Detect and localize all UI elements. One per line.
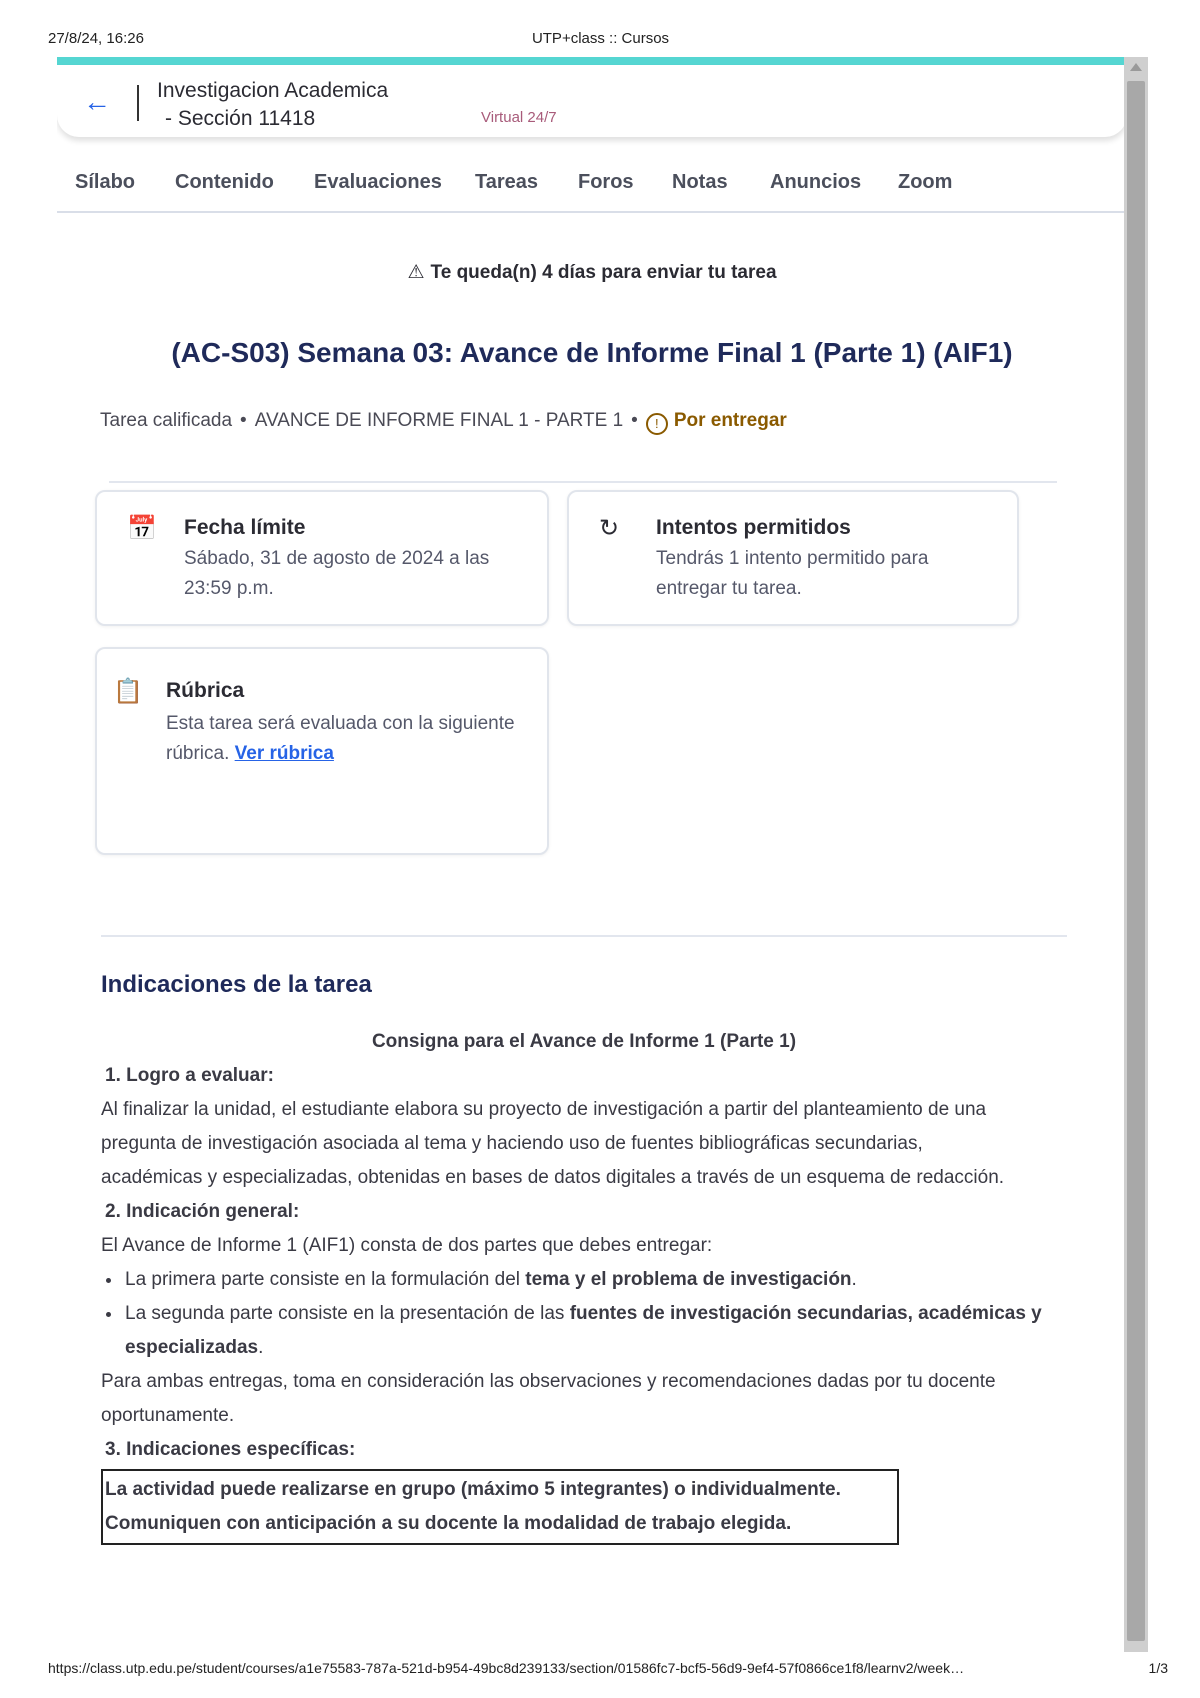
highlight-line-1: La actividad puede realizarse en grupo (… [105, 1479, 841, 1500]
task-title: (AC-S03) Semana 03: Avance de Informe Fi… [171, 337, 1013, 368]
highlight-line-2: Comuniquen con anticipación a su docente… [105, 1513, 792, 1534]
scrollbar-thumb[interactable] [1127, 81, 1145, 1641]
list-item: La primera parte consiste en la formulac… [123, 1263, 1067, 1297]
rubric-text: Esta tarea será evaluada con la siguient… [166, 709, 515, 769]
divider [137, 85, 139, 121]
view-rubric-link[interactable]: Ver rúbrica [235, 743, 334, 764]
deadline-line2: 23:59 p.m. [184, 578, 274, 599]
top-accent-bar [57, 57, 1127, 65]
attempts-title: Intentos permitidos [656, 516, 851, 539]
course-header: ← Investigacion Academica - Sección 1141… [57, 65, 1127, 137]
instructions-heading: Consigna para el Avance de Informe 1 (Pa… [371, 1031, 797, 1052]
rubric-line2: rúbrica. [166, 743, 230, 764]
course-title-line1: Investigacion Academica [157, 79, 389, 102]
deadline-alert: ⚠ Te queda(n) 4 días para enviar tu tarea [57, 261, 1127, 284]
list-item-end: . [258, 1337, 264, 1358]
rubric-title: Rúbrica [166, 679, 245, 702]
task-meta: Tarea calificada • AVANCE DE INFORME FINAL… [100, 410, 787, 435]
attempts-text: Tendrás 1 intento permitido para entrega… [656, 544, 929, 604]
task-type: Tarea calificada [100, 410, 233, 431]
goal-text-1: Al finalizar la unidad, el estudiante el… [101, 1099, 987, 1120]
warning-icon: ⚠ [407, 262, 425, 283]
divider [109, 481, 1057, 483]
deadline-line1: Sábado, 31 de agosto de 2024 a las [184, 548, 490, 569]
goal-text-2: pregunta de investigación asociada al te… [101, 1133, 923, 1154]
scroll-up-icon[interactable] [1130, 63, 1142, 71]
alert-circle-icon: ! [645, 413, 668, 435]
status-badge: Por entregar [673, 410, 787, 431]
attempts-card: ↻ Intentos permitidos Tendrás 1 intento … [567, 490, 1019, 626]
separator-dot: • [631, 410, 638, 431]
attempts-line1: Tendrás 1 intento permitido para [656, 548, 929, 569]
general-heading: 2. Indicación general: [105, 1201, 300, 1222]
general-text: El Avance de Informe 1 (AIF1) consta de … [101, 1235, 713, 1256]
deadline-card: 📅 Fecha límite Sábado, 31 de agosto de 2… [95, 490, 549, 626]
attempts-line2: entregar tu tarea. [656, 578, 802, 599]
goal-text-3: académicas y especializadas, obtenidas e… [101, 1167, 1005, 1188]
separator-dot: • [240, 410, 247, 431]
highlight-box: La actividad puede realizarse en grupo (… [101, 1469, 899, 1545]
list-item-bold: tema y el problema de investigación [525, 1269, 852, 1290]
page: ← Investigacion Academica - Sección 1141… [57, 57, 1127, 1652]
tab-tareas[interactable]: Tareas [475, 171, 538, 194]
tab-notas[interactable]: Notas [672, 171, 728, 194]
rubric-card: 📋 Rúbrica Esta tarea será evaluada con l… [95, 647, 549, 855]
deadline-text: Sábado, 31 de agosto de 2024 a las 23:59… [184, 544, 489, 604]
tab-anuncios[interactable]: Anuncios [770, 171, 861, 194]
task-name: AVANCE DE INFORME FINAL 1 - PARTE 1 [254, 410, 624, 431]
calendar-icon: 📅 [127, 515, 157, 542]
clipboard-icon: 📋 [113, 678, 143, 705]
list-item-text: La primera parte consiste en la formulac… [125, 1269, 526, 1290]
course-modality: Virtual 24/7 [481, 109, 557, 126]
tab-contenido[interactable]: Contenido [175, 171, 274, 194]
tab-zoom[interactable]: Zoom [898, 171, 952, 194]
goal-heading: 1. Logro a evaluar: [105, 1065, 274, 1086]
rubric-line1: Esta tarea será evaluada con la siguient… [166, 713, 515, 734]
specific-heading: 3. Indicaciones específicas: [105, 1439, 356, 1460]
course-nav: Sílabo Contenido Evaluaciones Tareas For… [57, 165, 1127, 213]
refresh-icon: ↻ [599, 515, 620, 542]
list-item-text: La segunda parte consiste en la presenta… [125, 1303, 570, 1324]
list-item-end: . [851, 1269, 857, 1290]
print-url: https://class.utp.edu.pe/student/courses… [48, 1660, 965, 1676]
tab-silabo[interactable]: Sílabo [75, 171, 135, 194]
instructions-content: Consigna para el Avance de Informe 1 (Pa… [101, 1025, 1067, 1545]
tab-evaluaciones[interactable]: Evaluaciones [314, 171, 442, 194]
list-item: La segunda parte consiste en la presenta… [123, 1297, 1067, 1365]
recommendation-text-2: oportunamente. [101, 1405, 235, 1426]
print-title: UTP+class :: Cursos [531, 30, 670, 47]
instructions-title: Indicaciones de la tarea [101, 971, 372, 998]
deadline-title: Fecha límite [184, 516, 306, 539]
divider [101, 935, 1067, 937]
tab-foros[interactable]: Foros [578, 171, 634, 194]
course-title: Investigacion Academica - Sección 11418 [157, 77, 388, 133]
vertical-scrollbar[interactable] [1124, 57, 1148, 1652]
recommendation-text-1: Para ambas entregas, toma en consideraci… [101, 1371, 996, 1392]
print-page-number: 1/3 [1148, 1660, 1168, 1676]
back-arrow-icon[interactable]: ← [83, 87, 113, 117]
parts-list: La primera parte consiste en la formulac… [101, 1263, 1067, 1365]
alert-text: Te queda(n) 4 días para enviar tu tarea [430, 262, 777, 283]
course-section: - Sección 11418 [165, 107, 316, 130]
